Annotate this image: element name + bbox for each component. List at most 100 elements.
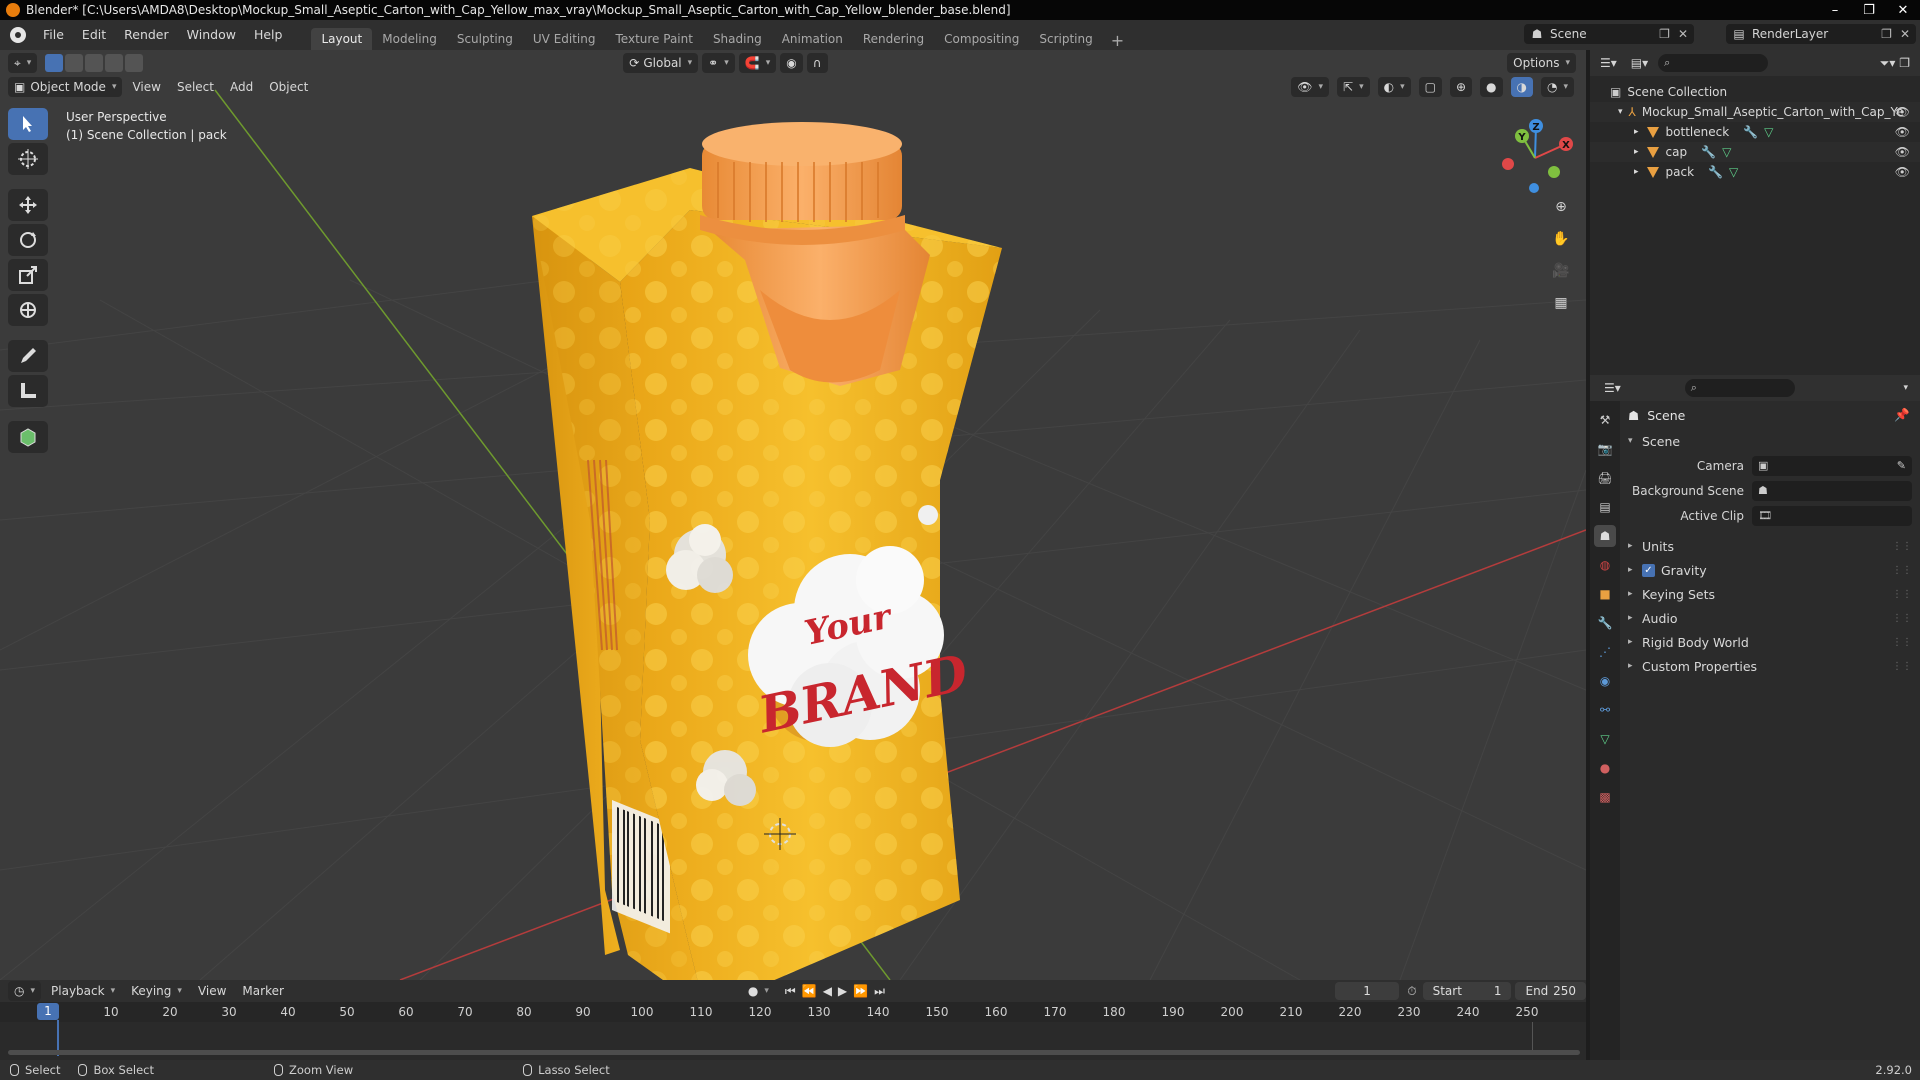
collapse-arrow-icon[interactable]: ▾ xyxy=(1618,107,1623,117)
properties-editor-icon[interactable]: ☰▾ xyxy=(1604,381,1621,395)
background-scene-field[interactable]: ☗ xyxy=(1752,480,1912,501)
view-menu[interactable]: View xyxy=(126,77,166,97)
wireframe-shading-icon[interactable]: ⊕ xyxy=(1449,77,1473,97)
renderlayer-selector[interactable]: ▤ RenderLayer ❐ ✕ xyxy=(1726,24,1916,44)
expand-arrow-icon[interactable]: ▸ xyxy=(1634,147,1639,157)
properties-search[interactable]: ⌕ xyxy=(1684,379,1795,397)
visibility-eye-icon[interactable]: 👁 xyxy=(1895,145,1910,159)
menu-edit[interactable]: Edit xyxy=(73,20,115,50)
record-dropdown-icon[interactable]: ▾ xyxy=(764,986,769,996)
tab-modeling[interactable]: Modeling xyxy=(372,28,447,50)
play-icon[interactable]: ▶ xyxy=(838,984,847,998)
add-cube-tool[interactable] xyxy=(8,421,48,453)
properties-options-icon[interactable]: ▾ xyxy=(1903,383,1908,393)
modifier-wrench-icon[interactable]: 🔧 xyxy=(1708,165,1723,179)
start-frame-field[interactable]: Start 1 xyxy=(1422,982,1512,1000)
falloff-dropdown[interactable]: ∩ xyxy=(806,53,828,73)
object-menu[interactable]: Object xyxy=(263,77,314,97)
tab-layout[interactable]: Layout xyxy=(311,28,373,50)
transform-orientation-dropdown[interactable]: ⟳ Global ▾ xyxy=(623,53,699,73)
physics-tab-icon[interactable]: ◉ xyxy=(1594,670,1616,692)
eyedropper-icon[interactable]: ✎ xyxy=(1897,459,1906,472)
annotate-tool[interactable] xyxy=(8,340,48,372)
menu-render[interactable]: Render xyxy=(115,20,178,50)
menu-window[interactable]: Window xyxy=(178,20,245,50)
outliner-editor-icon[interactable]: ☰▾ xyxy=(1600,56,1617,70)
gravity-checkbox[interactable]: ✓ xyxy=(1642,563,1655,577)
current-frame-field[interactable]: 1 xyxy=(1334,982,1400,1000)
tab-scripting[interactable]: Scripting xyxy=(1029,28,1102,50)
rendered-shading-icon[interactable]: ◔ ▾ xyxy=(1540,77,1574,97)
constraints-tab-icon[interactable]: ⚯ xyxy=(1594,699,1616,721)
material-tab-icon[interactable]: ● xyxy=(1594,757,1616,779)
stopwatch-icon[interactable]: ⏱ xyxy=(1407,984,1416,999)
drag-handle-icon[interactable]: ⋮⋮ xyxy=(1892,637,1912,648)
drag-handle-icon[interactable]: ⋮⋮ xyxy=(1892,589,1912,600)
rotate-tool[interactable] xyxy=(8,224,48,256)
delete-layer-icon[interactable]: ✕ xyxy=(1900,27,1910,41)
tab-texture-paint[interactable]: Texture Paint xyxy=(606,28,703,50)
scale-tool[interactable] xyxy=(8,259,48,291)
solid-shading-icon[interactable]: ● xyxy=(1480,77,1503,97)
select-intersect-icon[interactable] xyxy=(125,54,144,72)
gizmo-toggle-icon[interactable]: ⇱ ▾ xyxy=(1337,77,1370,97)
outliner-row-pack[interactable]: ▸ pack 🔧 ▽ 👁 xyxy=(1590,162,1920,182)
measure-tool[interactable] xyxy=(8,375,48,407)
panel-rigid-body-world[interactable]: ▸ Rigid Body World ⋮⋮ xyxy=(1620,630,1920,654)
world-tab-icon[interactable]: ◍ xyxy=(1594,554,1616,576)
drag-handle-icon[interactable]: ⋮⋮ xyxy=(1892,541,1912,552)
visibility-icon[interactable]: 👁 ▾ xyxy=(1291,77,1329,97)
end-frame-field[interactable]: End 250 xyxy=(1515,982,1586,1000)
panel-units[interactable]: ▸ Units ⋮⋮ xyxy=(1620,534,1920,558)
tab-uv-editing[interactable]: UV Editing xyxy=(523,28,606,50)
maximize-button[interactable]: ❐ xyxy=(1852,0,1886,20)
timeline-scrollbar[interactable] xyxy=(8,1050,1580,1055)
add-workspace-icon[interactable]: + xyxy=(1103,31,1132,50)
jump-end-icon[interactable]: ⏭ xyxy=(874,984,885,999)
snap-toggle[interactable]: 🧲 ▾ xyxy=(738,53,777,73)
delete-scene-icon[interactable]: ✕ xyxy=(1678,27,1688,41)
object-tab-icon[interactable]: ■ xyxy=(1594,583,1616,605)
drag-handle-icon[interactable]: ⋮⋮ xyxy=(1892,613,1912,624)
outliner-row-collection[interactable]: ▾ ⅄ Mockup_Small_Aseptic_Carton_with_Cap… xyxy=(1590,102,1920,122)
particles-tab-icon[interactable]: ⋰ xyxy=(1594,641,1616,663)
proportional-edit-toggle[interactable]: ◉ xyxy=(780,53,803,73)
select-menu[interactable]: Select xyxy=(171,77,220,97)
select-box-tool[interactable] xyxy=(8,108,48,140)
menu-file[interactable]: File xyxy=(34,20,73,50)
jump-start-icon[interactable]: ⏮ xyxy=(785,984,796,999)
jump-keyframe-back-icon[interactable]: ⏪ xyxy=(802,984,817,998)
outliner-row-cap[interactable]: ▸ cap 🔧 ▽ 👁 xyxy=(1590,142,1920,162)
record-icon[interactable]: ● xyxy=(748,984,758,998)
tab-rendering[interactable]: Rendering xyxy=(853,28,934,50)
mesh-data-icon[interactable]: ▽ xyxy=(1729,165,1738,179)
close-button[interactable]: ✕ xyxy=(1886,0,1920,20)
visibility-eye-icon[interactable]: 👁 xyxy=(1895,105,1910,119)
tab-shading[interactable]: Shading xyxy=(703,28,772,50)
expand-arrow-icon[interactable]: ▸ xyxy=(1634,127,1639,137)
options-dropdown[interactable]: Options ▾ xyxy=(1507,53,1576,73)
drag-handle-icon[interactable]: ⋮⋮ xyxy=(1892,661,1912,672)
zoom-icon[interactable]: ⊕ xyxy=(1548,194,1574,220)
xray-toggle-icon[interactable]: ▢ xyxy=(1418,77,1442,97)
3d-viewport[interactable]: Your BRAND ⌖ ▾ ⟳ Global ▾ ⚭ ▾ 🧲 ▾ ◉ ∩ Options… xyxy=(0,50,1586,980)
play-reverse-icon[interactable]: ◀ xyxy=(823,984,832,998)
timeline-editor-icon[interactable]: ◷ ▾ xyxy=(8,981,42,1001)
editor-type-button[interactable]: ⌖ ▾ xyxy=(8,53,38,73)
menu-help[interactable]: Help xyxy=(245,20,292,50)
pan-hand-icon[interactable]: ✋ xyxy=(1548,226,1574,252)
panel-scene[interactable]: ▾ Scene xyxy=(1620,429,1920,453)
filter-icon[interactable]: ⏷▾ ❐ xyxy=(1880,56,1910,71)
timeline-ruler[interactable]: 1 10 20 30 40 50 60 70 80 90 100 110 120… xyxy=(0,1002,1586,1022)
visibility-eye-icon[interactable]: 👁 xyxy=(1895,125,1910,139)
blender-menu-icon[interactable] xyxy=(10,27,26,43)
view-layer-tab-icon[interactable]: ▤ xyxy=(1594,496,1616,518)
drag-handle-icon[interactable]: ⋮⋮ xyxy=(1892,565,1912,576)
tab-compositing[interactable]: Compositing xyxy=(934,28,1029,50)
select-subtract-icon[interactable] xyxy=(85,54,104,72)
panel-keying-sets[interactable]: ▸ Keying Sets ⋮⋮ xyxy=(1620,582,1920,606)
tool-tab-icon[interactable]: ⚒ xyxy=(1594,409,1616,431)
tab-sculpting[interactable]: Sculpting xyxy=(447,28,523,50)
cursor-tool[interactable] xyxy=(8,143,48,175)
pivot-dropdown[interactable]: ⚭ ▾ xyxy=(702,53,735,73)
